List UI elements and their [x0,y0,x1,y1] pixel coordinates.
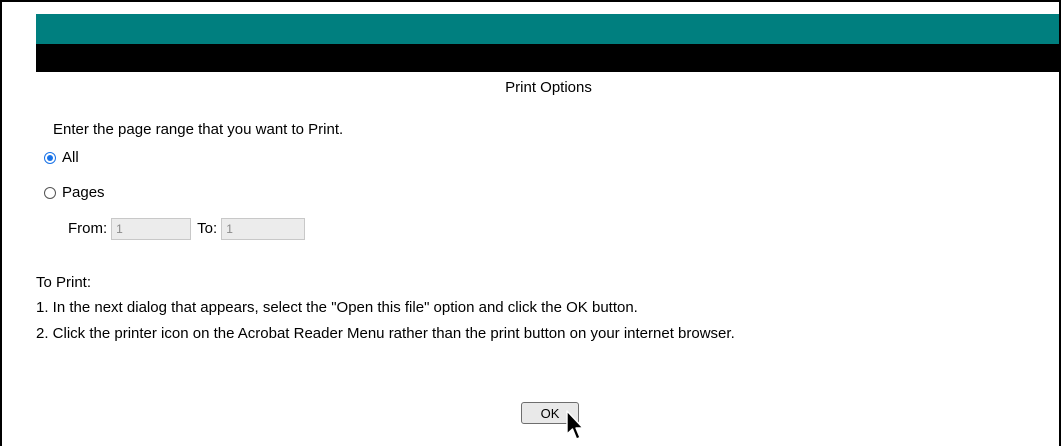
radio-all-row[interactable]: All [44,148,79,168]
page-title: Print Options [505,79,592,96]
page-range-row: From: To: [68,218,306,240]
arrow-cursor-icon [566,410,584,440]
to-label: To: [197,220,218,237]
instruction-step-1: 1. In the next dialog that appears, sele… [36,299,638,316]
radio-pages-label[interactable]: Pages [62,183,105,203]
radio-pages[interactable] [44,187,56,199]
header-bar [36,14,1059,44]
instruction-step-2: 2. Click the printer icon on the Acrobat… [36,325,735,342]
radio-all-label[interactable]: All [62,148,79,168]
instructions-heading: To Print: [36,274,92,291]
range-prompt: Enter the page range that you want to Pr… [53,121,344,138]
from-input[interactable] [111,218,192,240]
radio-all[interactable] [44,152,56,164]
radio-pages-row[interactable]: Pages [44,183,105,203]
subheader-bar [36,44,1059,72]
from-label: From: [68,220,108,237]
print-options-panel: Print Options Enter the page range that … [0,0,1061,446]
to-input[interactable] [221,218,306,240]
